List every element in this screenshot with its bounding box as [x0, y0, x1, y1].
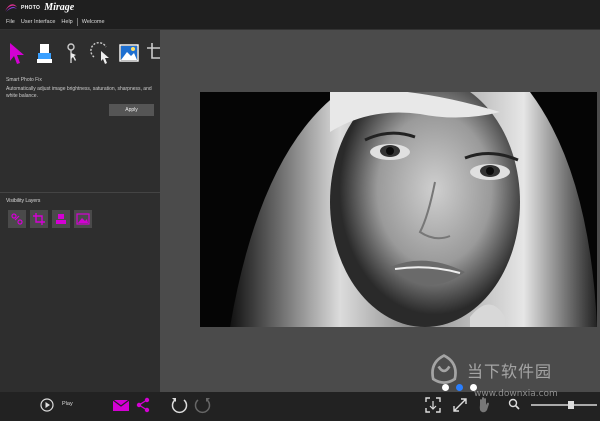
expand-icon	[453, 398, 467, 412]
mask-eraser-icon	[37, 44, 52, 63]
visibility-layers-title: Visibility Layers	[6, 198, 41, 204]
undo-icon	[171, 398, 188, 414]
smart-photo-fix-description: Automatically adjust image brightness, s…	[6, 86, 152, 99]
portrait-image	[200, 92, 597, 327]
watermark: 当下软件园	[426, 352, 552, 388]
portrait-photo[interactable]	[200, 92, 597, 327]
menu-bar: File User Interface Help Welcome	[0, 16, 600, 30]
anchor-points-layer-toggle[interactable]	[8, 210, 26, 228]
menu-separator	[76, 18, 78, 26]
anchor-pin-tool[interactable]	[62, 40, 84, 66]
redo-button[interactable]	[194, 396, 212, 414]
play-label[interactable]: Play	[62, 401, 73, 407]
share-icon	[136, 397, 150, 413]
visibility-layers-row	[8, 210, 92, 228]
logo-icon	[5, 4, 17, 12]
zoom-slider-track[interactable]	[531, 404, 597, 406]
tool-row	[6, 40, 168, 66]
menu-file[interactable]: File	[6, 19, 15, 25]
sidebar-divider	[0, 192, 160, 193]
play-icon	[40, 398, 54, 412]
fit-to-screen-button[interactable]	[425, 397, 441, 413]
canvas-area	[160, 30, 600, 392]
envelope-icon	[112, 399, 130, 411]
menu-help[interactable]: Help	[61, 19, 72, 25]
smart-photo-fix-title: Smart Photo Fix	[6, 77, 42, 83]
watermark-url: www.downxia.com	[474, 389, 558, 399]
undo-button[interactable]	[170, 396, 188, 414]
motion-arrow-icon	[90, 41, 109, 64]
logo-small-text: PHOTO	[21, 4, 41, 11]
app-logo: PHOTO Mirage	[4, 2, 74, 13]
logo-big-text: Mirage	[44, 2, 75, 13]
motion-arrow-tool[interactable]	[90, 40, 112, 66]
magnifier-icon	[508, 398, 520, 410]
smart-photo-fix-icon	[119, 44, 139, 62]
menu-welcome[interactable]: Welcome	[82, 19, 105, 25]
share-button[interactable]	[135, 397, 151, 413]
zoom-icon-wrap[interactable]	[508, 398, 520, 410]
watermark-logo-icon	[431, 354, 457, 384]
sidebar: Smart Photo Fix Automatically adjust ima…	[0, 30, 167, 392]
mask-layer-toggle[interactable]	[52, 210, 70, 228]
menu: File User Interface Help Welcome	[6, 18, 111, 26]
image-layer-toggle[interactable]	[74, 210, 92, 228]
menu-user-interface[interactable]: User Interface	[21, 19, 56, 25]
crop-layer-icon	[33, 213, 45, 225]
apply-button[interactable]: Apply	[109, 104, 154, 116]
selection-arrow-icon	[10, 43, 24, 64]
mask-layer-icon	[56, 214, 66, 224]
zoom-slider-knob[interactable]	[568, 401, 574, 409]
title-bar: PHOTO Mirage	[0, 0, 600, 16]
play-button[interactable]	[40, 398, 54, 412]
email-button[interactable]	[112, 398, 130, 412]
redo-icon	[194, 398, 211, 414]
fit-screen-icon	[425, 397, 441, 413]
watermark-cn-text: 当下软件园	[467, 362, 553, 381]
image-layer-icon	[76, 213, 90, 225]
fullscreen-button[interactable]	[452, 397, 468, 413]
smart-photo-fix-tool[interactable]	[118, 40, 140, 66]
selection-arrow-tool[interactable]	[6, 40, 28, 66]
anchor-points-layer-icon	[11, 213, 23, 225]
crop-layer-toggle[interactable]	[30, 210, 48, 228]
anchor-pin-icon	[67, 43, 76, 63]
mask-eraser-tool[interactable]	[34, 40, 56, 66]
